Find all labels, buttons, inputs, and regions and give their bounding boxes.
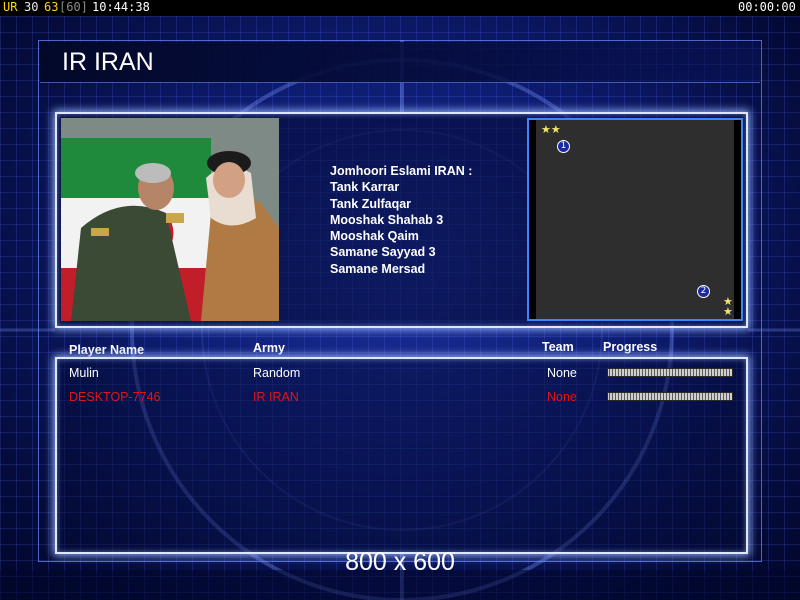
unit-item: Tank Karrar <box>330 180 400 195</box>
unit-item: Tank Zulfaqar <box>330 196 412 211</box>
player-army: Random <box>253 366 301 380</box>
unit-item: Samane Sayyad 3 <box>330 245 436 260</box>
map-preview: ★★ 1 2 ★ ★ <box>527 118 743 321</box>
army-portrait-image <box>61 118 279 321</box>
player-team: None <box>547 366 577 380</box>
page-title: IR IRAN <box>62 48 154 76</box>
player-name: Mulin <box>69 366 99 380</box>
unit-item: Mooshak Qaim <box>330 229 419 244</box>
fps-value: 63 <box>44 0 59 14</box>
player-progress-bar <box>607 392 733 401</box>
ur-value: 30 <box>24 0 39 14</box>
ur-label: UR <box>3 0 18 14</box>
resolution-label: 800 x 600 <box>345 548 455 576</box>
unit-item: Samane Mersad <box>330 261 426 276</box>
fps-limit: [60] <box>59 0 88 14</box>
army-unit-list: Jomhoori Eslami IRAN : Tank Karrar Tank … <box>330 163 472 277</box>
player-progress-bar <box>607 368 733 377</box>
loading-screen: UR 30 63 [60] 10:44:38 00:00:00 IR IRAN <box>0 0 800 600</box>
player-team: None <box>547 390 577 404</box>
column-header-progress: Progress <box>603 340 658 354</box>
debug-status-bar: UR 30 63 [60] 10:44:38 00:00:00 <box>0 0 800 16</box>
star-icon: ★★ <box>541 123 561 136</box>
army-info-heading: Jomhoori Eslami IRAN : <box>330 164 473 178</box>
start-position-2[interactable]: 2 <box>697 285 710 298</box>
player-army: IR IRAN <box>253 390 299 404</box>
star-icon: ★ <box>723 305 733 318</box>
map-edge-right <box>734 120 741 319</box>
start-position-1[interactable]: 1 <box>557 140 570 153</box>
players-panel <box>55 357 748 554</box>
column-header-army: Army <box>253 341 285 355</box>
game-timer: 00:00:00 <box>738 0 796 14</box>
column-header-team: Team <box>542 340 574 354</box>
map-edge-left <box>529 120 536 319</box>
unit-item: Mooshak Shahab 3 <box>330 212 444 227</box>
column-header-player-name: Player Name <box>69 343 145 357</box>
player-name: DESKTOP-7746 <box>69 390 161 404</box>
clock: 10:44:38 <box>92 0 150 14</box>
